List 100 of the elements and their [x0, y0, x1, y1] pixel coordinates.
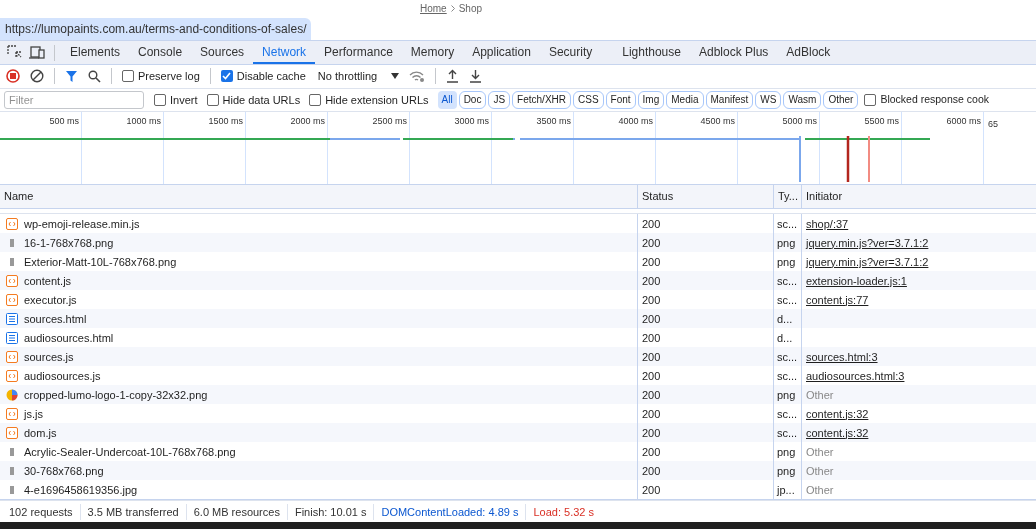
resource-type-filter[interactable]: All [437, 90, 457, 109]
resource-type-filter[interactable]: JS [488, 90, 511, 109]
resource-type: sc... [777, 368, 798, 384]
resource-type-filter[interactable]: Font [605, 90, 636, 109]
initiator-link[interactable]: audiosources.html:3 [806, 367, 905, 385]
resource-type-filter[interactable]: Fetch/XHR [512, 90, 571, 109]
resource-type-filter[interactable]: WS [755, 90, 782, 109]
checkbox[interactable] [154, 93, 166, 106]
resource-type-filter[interactable]: Doc [458, 90, 487, 109]
resource-type-filter[interactable]: CSS [573, 90, 604, 109]
status-code: 200 [642, 330, 661, 346]
status-code: 200 [642, 368, 661, 384]
filter-input[interactable]: Filter [4, 90, 144, 109]
script-file-icon [6, 426, 18, 439]
devtools-tab[interactable]: Network [253, 41, 316, 64]
initiator-link[interactable]: jquery.min.js?ver=3.7.1:2 [806, 253, 929, 271]
request-name[interactable]: dom.js [24, 424, 57, 442]
devtools-tab[interactable]: Application [463, 41, 540, 64]
status-code: 200 [642, 463, 661, 479]
request-name[interactable]: sources.js [24, 348, 74, 366]
initiator-text: Other [806, 444, 834, 460]
initiator-link[interactable]: content.js:32 [806, 405, 869, 423]
initiator-link[interactable]: extension-loader.js:1 [806, 272, 907, 290]
image-thumbnail-icon [10, 485, 14, 494]
throttling-dropdown[interactable]: No throttling [317, 67, 400, 85]
request-name[interactable]: sources.html [24, 310, 87, 328]
resource-type: sc... [777, 349, 798, 365]
request-name[interactable]: audiosources.html [24, 329, 114, 347]
timeline-tick-label: 3500 ms [536, 115, 571, 129]
status-bar-text: DOMContentLoaded: 4.89 s [373, 503, 526, 521]
devtools-tab[interactable]: Lighthouse [613, 41, 690, 64]
checkbox[interactable] [864, 93, 877, 106]
checkbox[interactable] [220, 70, 233, 83]
column-header[interactable]: Name [0, 184, 637, 208]
initiator-link[interactable]: content.js:77 [806, 291, 869, 309]
resource-type: sc... [777, 273, 798, 289]
column-header[interactable]: Initiator [801, 184, 1036, 208]
resource-type-filter[interactable]: Wasm [783, 90, 822, 109]
checkbox[interactable] [122, 70, 134, 83]
initiator-link[interactable]: content.js:32 [806, 424, 869, 442]
checkbox[interactable] [309, 93, 322, 106]
request-name[interactable]: Acrylic-Sealer-Undercoat-10L-768x768.png [24, 443, 236, 461]
request-name[interactable]: audiosources.js [24, 367, 101, 385]
status-bar-text: Finish: 10.01 s [286, 503, 374, 521]
checkbox-label: Disable cache [236, 68, 306, 84]
resource-type-filter[interactable]: Img [637, 90, 665, 109]
column-header[interactable]: Status [637, 184, 773, 208]
script-file-icon [6, 369, 18, 382]
status-code: 200 [642, 273, 661, 289]
resource-type: d... [777, 330, 793, 346]
resource-type-filter[interactable]: Media [666, 90, 704, 109]
request-name[interactable]: js.js [24, 405, 43, 423]
request-name[interactable]: content.js [24, 272, 72, 290]
initiator-link[interactable]: shop/:37 [806, 215, 849, 233]
resource-type: png [777, 235, 796, 251]
checkbox-label: Preserve log [138, 68, 200, 84]
devtools-tab[interactable]: Adblock Plus [689, 41, 778, 64]
devtools-tab[interactable]: AdBlock [777, 41, 840, 64]
devtools-tab[interactable]: Performance [315, 41, 402, 64]
device-toolbar-icon[interactable] [29, 45, 46, 60]
status-code: 200 [642, 349, 661, 365]
clear-icon[interactable] [30, 69, 44, 84]
checkbox-label: Hide extension URLs [325, 92, 429, 108]
script-file-icon [6, 217, 18, 230]
network-conditions-icon[interactable] [409, 69, 426, 83]
checkbox-label: Blocked response cook [880, 91, 989, 107]
image-thumbnail-icon [10, 238, 14, 247]
timeline-tick-label: 500 ms [49, 115, 79, 129]
resource-type-filter[interactable]: Manifest [705, 90, 754, 109]
devtools-tab[interactable]: Elements [61, 41, 130, 64]
status-bar-text: Load: 5.32 s [525, 503, 601, 521]
request-name[interactable]: Exterior-Matt-10L-768x768.png [24, 253, 177, 271]
devtools-tab[interactable]: Sources [191, 41, 254, 64]
initiator-link[interactable]: jquery.min.js?ver=3.7.1:2 [806, 234, 929, 252]
initiator-link[interactable]: sources.html:3 [806, 348, 878, 366]
initiator-text: Other [806, 482, 834, 498]
timeline-tick-label: 1000 ms [126, 115, 161, 129]
request-name[interactable]: 30-768x768.png [24, 462, 104, 480]
checkbox[interactable] [206, 93, 219, 106]
initiator-text: Other [806, 387, 834, 403]
request-name[interactable]: executor.js [24, 291, 77, 309]
breadcrumb-link[interactable]: Home [420, 1, 447, 17]
record-stop-icon[interactable] [6, 69, 20, 84]
upload-icon[interactable] [446, 69, 460, 84]
image-thumbnail-icon [10, 257, 14, 266]
filter-icon[interactable] [65, 69, 78, 83]
request-name[interactable]: wp-emoji-release.min.js [24, 215, 140, 233]
devtools-tab[interactable]: Console [129, 41, 192, 64]
devtools-tab[interactable]: Security [539, 41, 602, 64]
breadcrumb-link[interactable]: Shop [458, 1, 483, 17]
search-icon[interactable] [88, 69, 101, 83]
status-bar-text: 6.0 MB resources [185, 503, 287, 521]
request-name[interactable]: cropped-lumo-logo-1-copy-32x32.png [24, 386, 208, 404]
resource-type-filter[interactable]: Other [823, 90, 859, 109]
request-name[interactable]: 16-1-768x768.png [24, 234, 114, 252]
request-name[interactable]: 4-e1696458619356.jpg [24, 481, 138, 499]
devtools-tab[interactable]: Memory [401, 41, 464, 64]
column-header[interactable]: Ty... [773, 184, 801, 208]
url-tooltip: https://lumopaints.com.au/terms-and-conditions-of-sales/ [0, 17, 312, 41]
download-icon[interactable] [469, 69, 483, 84]
